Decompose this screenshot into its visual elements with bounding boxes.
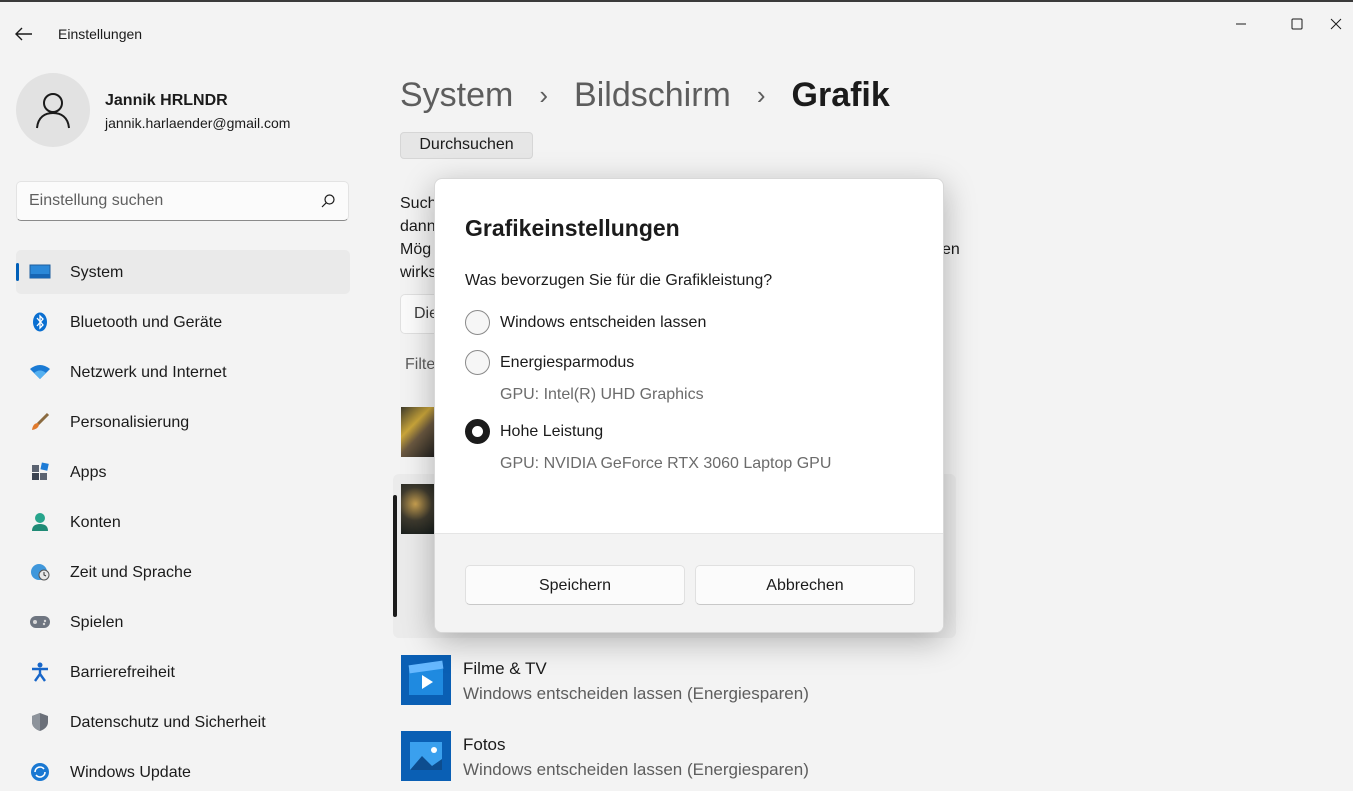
- breadcrumb-item-system[interactable]: System: [400, 76, 513, 115]
- background-text: Mög: [400, 241, 432, 258]
- person-icon: [28, 512, 52, 532]
- close-icon: [1330, 18, 1342, 30]
- sidebar-item-label: Datenschutz und Sicherheit: [70, 714, 266, 731]
- apps-icon: [28, 462, 52, 482]
- avatar[interactable]: [16, 73, 90, 147]
- radio-label[interactable]: Windows entscheiden lassen: [500, 314, 706, 332]
- breadcrumb: System › Bildschirm › Grafik: [400, 76, 890, 115]
- gpu-info: GPU: Intel(R) UHD Graphics: [500, 386, 704, 403]
- search-icon[interactable]: [320, 193, 336, 214]
- search-input[interactable]: Einstellung suchen: [29, 192, 163, 210]
- user-email: jannik.harlaender@gmail.com: [105, 115, 291, 131]
- cancel-button[interactable]: Abbrechen: [695, 565, 915, 605]
- sidebar-item-label: Bluetooth und Geräte: [70, 314, 223, 331]
- sidebar-item-time-language[interactable]: Zeit und Sprache: [16, 550, 350, 594]
- back-arrow-icon: [15, 27, 32, 41]
- page-title: Grafik: [791, 76, 890, 114]
- settings-search-box[interactable]: Einstellung suchen: [16, 181, 349, 221]
- sidebar-item-label: Apps: [70, 464, 107, 481]
- app-name: Filme & TV: [463, 659, 547, 678]
- active-indicator: [393, 495, 397, 617]
- shield-icon: [28, 712, 52, 732]
- save-button[interactable]: Speichern: [465, 565, 685, 605]
- user-name: Jannik HRLNDR: [105, 92, 228, 109]
- sidebar-item-privacy-security[interactable]: Datenschutz und Sicherheit: [16, 700, 350, 744]
- background-text: wirks: [400, 264, 437, 281]
- movies-tv-icon: [401, 655, 451, 705]
- accessibility-icon: [28, 662, 52, 682]
- sidebar-item-label: Konten: [70, 514, 121, 531]
- filter-label: Filte: [405, 356, 436, 373]
- browse-button[interactable]: Durchsuchen: [400, 132, 533, 159]
- close-button[interactable]: [1330, 12, 1353, 36]
- globe-clock-icon: [28, 562, 52, 582]
- sidebar-item-system[interactable]: System: [16, 250, 350, 294]
- update-icon: [28, 762, 52, 782]
- sidebar-item-label: Netzwerk und Internet: [70, 364, 227, 381]
- breadcrumb-item-display[interactable]: Bildschirm: [574, 76, 731, 115]
- chevron-right-icon: ›: [756, 80, 766, 110]
- dialog-question: Was bevorzugen Sie für die Grafikleistun…: [465, 272, 773, 289]
- dialog-title: Grafikeinstellungen: [465, 215, 680, 241]
- app-title: Einstellungen: [58, 26, 143, 42]
- app-thumbnail: [401, 484, 437, 534]
- minimize-icon: [1236, 23, 1246, 25]
- background-text: Such: [400, 195, 437, 212]
- background-text: dann: [400, 218, 436, 235]
- sidebar-item-label: Spielen: [70, 614, 124, 631]
- radio-high-performance[interactable]: [465, 419, 490, 444]
- active-indicator: [16, 263, 19, 281]
- maximize-icon: [1291, 18, 1303, 30]
- sidebar-item-accounts[interactable]: Konten: [16, 500, 350, 544]
- sidebar-item-network[interactable]: Netzwerk und Internet: [16, 350, 350, 394]
- back-button[interactable]: [10, 22, 38, 46]
- app-name: Fotos: [463, 735, 506, 754]
- sidebar-item-label: Zeit und Sprache: [70, 564, 192, 581]
- sidebar-item-windows-update[interactable]: Windows Update: [16, 750, 350, 791]
- sidebar-item-label: Barrierefreiheit: [70, 664, 175, 681]
- app-thumbnail: [401, 407, 437, 457]
- wifi-icon: [28, 362, 52, 382]
- dialog-footer: Speichern Abbrechen: [435, 533, 943, 632]
- chevron-right-icon: ›: [539, 80, 549, 110]
- app-graphics-setting: Windows entscheiden lassen (Energiespare…: [463, 684, 809, 703]
- sidebar-item-label: Personalisierung: [70, 414, 190, 431]
- maximize-button[interactable]: [1274, 12, 1320, 36]
- bluetooth-icon: [28, 312, 52, 332]
- radio-label[interactable]: Energiesparmodus: [500, 354, 634, 372]
- brush-icon: [28, 412, 52, 432]
- app-graphics-setting: Windows entscheiden lassen (Energiespare…: [463, 760, 809, 779]
- gamepad-icon: [28, 612, 52, 632]
- photos-icon: [401, 731, 451, 781]
- person-icon: [36, 93, 70, 129]
- sidebar-item-accessibility[interactable]: Barrierefreiheit: [16, 650, 350, 694]
- radio-windows-decide[interactable]: [465, 310, 490, 335]
- sidebar-item-personalization[interactable]: Personalisierung: [16, 400, 350, 444]
- sidebar-item-bluetooth[interactable]: Bluetooth und Geräte: [16, 300, 350, 344]
- sidebar-item-label: Windows Update: [70, 764, 191, 781]
- graphics-settings-dialog: Grafikeinstellungen Was bevorzugen Sie f…: [434, 178, 944, 633]
- gpu-info: GPU: NVIDIA GeForce RTX 3060 Laptop GPU: [500, 455, 832, 472]
- title-bar: Einstellungen: [0, 2, 1353, 42]
- sidebar-item-apps[interactable]: Apps: [16, 450, 350, 494]
- radio-power-saving[interactable]: [465, 350, 490, 375]
- sidebar-item-label: System: [70, 264, 124, 281]
- sidebar-item-gaming[interactable]: Spielen: [16, 600, 350, 644]
- system-icon: [28, 262, 52, 282]
- background-text: en: [942, 241, 960, 258]
- minimize-button[interactable]: [1218, 12, 1264, 36]
- radio-label[interactable]: Hohe Leistung: [500, 423, 603, 441]
